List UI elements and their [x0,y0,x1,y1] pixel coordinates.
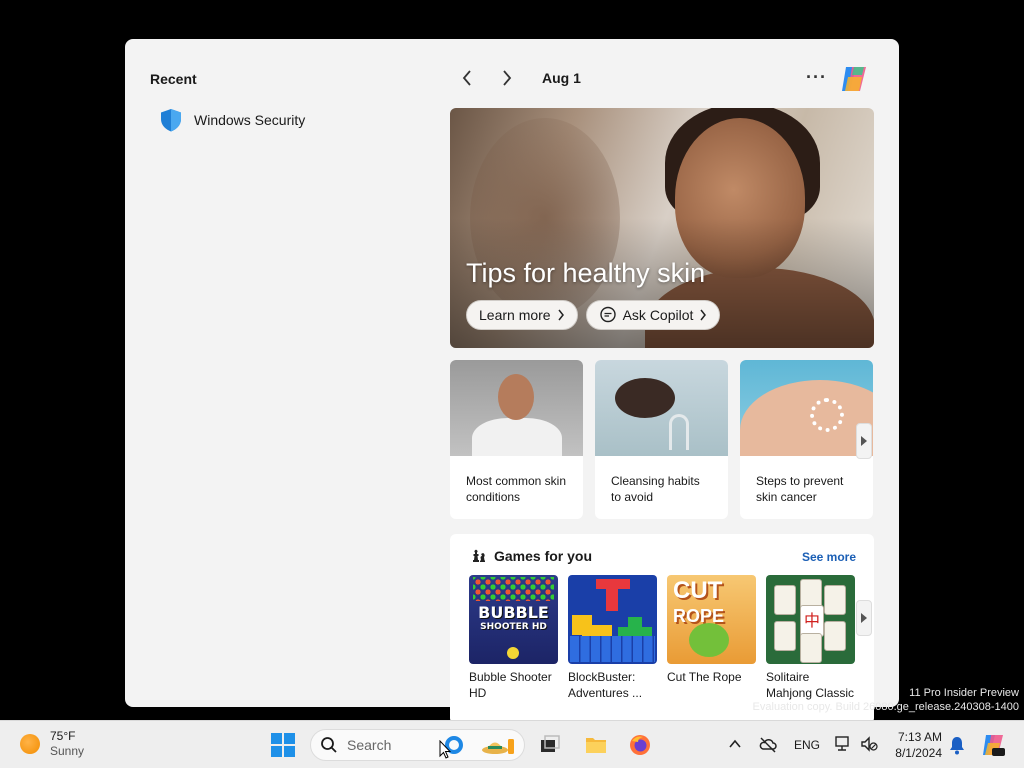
article-card[interactable]: Steps to prevent skin cancer [740,360,873,519]
chevron-left-icon [462,70,471,86]
game-thumbnail: BUBBLE SHOOTER HD [469,575,558,664]
game-thumbnail [568,575,657,664]
chevron-right-icon [700,309,707,321]
game-name: Cut The Rope [667,670,742,684]
article-caption: Cleansing habits to avoid [611,474,700,504]
caret-right-icon [861,613,867,623]
article-cards: Most common skin conditions Cleansing ha… [450,360,873,519]
current-date: Aug 1 [542,70,581,86]
game-thumbnail: 中 [766,575,855,664]
copilot-taskbar-icon[interactable] [980,732,1006,758]
recent-item-windows-security[interactable]: Windows Security [158,107,305,133]
search-icon [321,737,337,753]
learn-more-button[interactable]: Learn more [466,300,578,330]
shield-icon [161,109,181,132]
more-options-button[interactable]: ··· [806,67,827,88]
cards-scroll-right-button[interactable] [856,423,872,459]
article-image [450,360,583,456]
chevron-right-icon [558,309,564,321]
chevron-up-icon[interactable] [728,737,742,751]
search-placeholder: Search [347,737,392,753]
game-thumbnail: CUT ROPE [667,575,756,664]
firefox-icon[interactable] [628,733,652,757]
article-card[interactable]: Cleansing habits to avoid [595,360,728,519]
article-image [740,360,873,456]
article-caption: Steps to prevent skin cancer [756,474,844,504]
task-view-icon[interactable] [538,733,562,757]
caret-right-icon [861,436,867,446]
file-explorer-icon[interactable] [584,733,608,757]
weather-condition: Sunny [50,744,85,758]
chess-pieces-icon [473,549,485,562]
ask-copilot-button[interactable]: Ask Copilot [585,300,721,330]
start-button[interactable] [271,733,295,757]
notification-bell-icon[interactable] [948,735,966,755]
chat-bubble-icon [599,306,616,323]
sun-icon [20,734,40,754]
evaluation-watermark: 11 Pro Insider Preview Evaluation copy. … [752,687,1019,713]
weather-temperature: 75°F [50,729,76,743]
volume-muted-icon[interactable] [860,735,878,753]
game-item-cut-the-rope[interactable]: CUT ROPE Cut The Rope [667,575,756,701]
chevron-right-icon [503,70,512,86]
date-navigator: Aug 1 [458,67,581,89]
clock-time: 7:13 AM [897,730,942,744]
hero-card[interactable]: Tips for healthy skin Learn more Ask Cop… [450,108,874,348]
language-indicator[interactable]: ENG [794,721,820,768]
game-item-mahjong[interactable]: 中 Solitaire Mahjong Classic [766,575,855,701]
previous-day-button[interactable] [458,67,476,89]
game-name: Bubble Shooter HD [469,670,552,700]
game-item-blockbuster[interactable]: BlockBuster: Adventures ... [568,575,657,701]
taskbar-search[interactable]: Search [310,729,525,761]
hero-title: Tips for healthy skin [466,258,706,288]
clock-date: 8/1/2024 [895,746,942,760]
article-image [595,360,728,456]
taskbar: 75°F Sunny Search ENG 7:13 AM 8/1/2024 [0,720,1024,768]
games-scroll-right-button[interactable] [856,600,872,636]
recent-heading: Recent [150,71,197,87]
mouse-cursor-icon [439,740,451,759]
see-more-link[interactable]: See more [802,550,856,564]
recent-item-label: Windows Security [194,112,306,128]
game-item-bubble-shooter[interactable]: BUBBLE SHOOTER HD Bubble Shooter HD [469,575,558,701]
onedrive-offline-icon[interactable] [759,736,777,754]
games-title: Games for you [494,548,593,564]
weather-widget[interactable]: 75°F Sunny [20,729,84,759]
article-caption: Most common skin conditions [466,474,567,504]
clock[interactable]: 7:13 AM 8/1/2024 [880,729,942,761]
article-card[interactable]: Most common skin conditions [450,360,583,519]
search-highlight-icon [482,739,514,754]
network-icon[interactable] [833,735,851,753]
next-day-button[interactable] [498,67,516,89]
game-name: BlockBuster: Adventures ... [568,670,643,700]
copilot-logo-icon[interactable] [838,63,870,95]
